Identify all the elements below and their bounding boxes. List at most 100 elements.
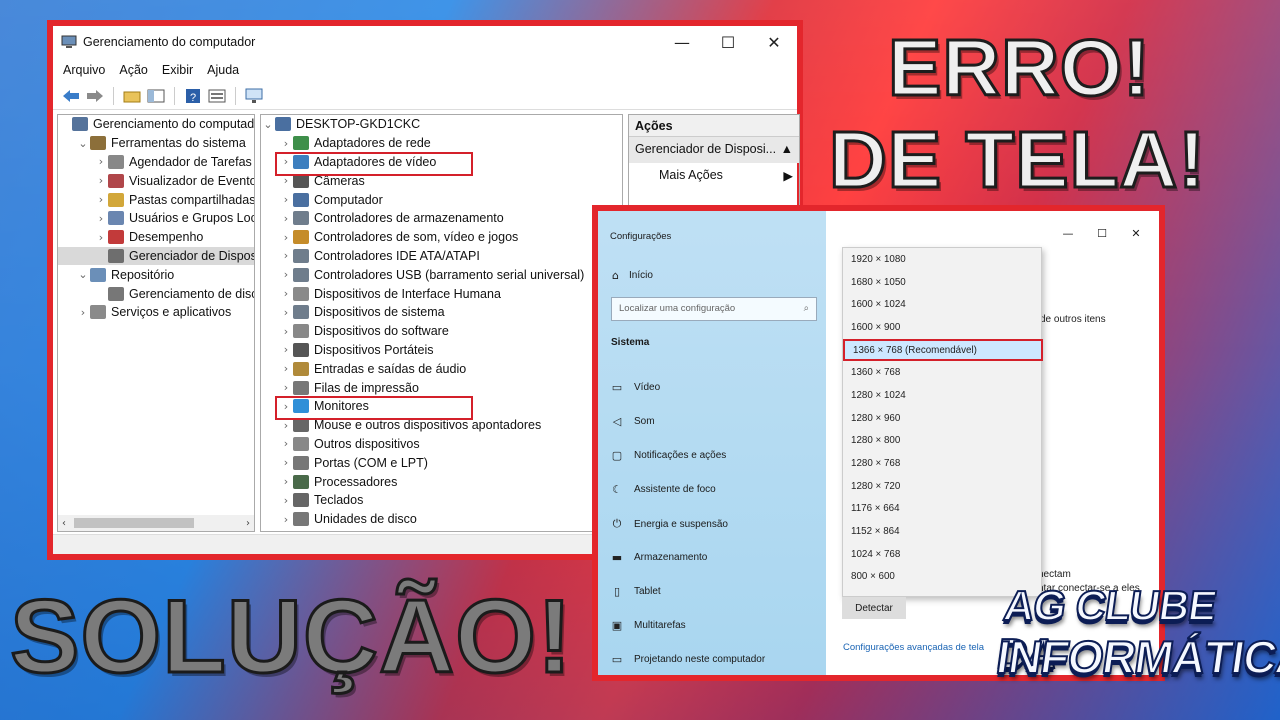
title-bar[interactable]: Gerenciamento do computador — ☐ ✕ <box>53 26 797 58</box>
resolution-option[interactable]: 1600 × 1024 <box>843 293 1041 316</box>
console-tree-item[interactable]: › Pastas compartilhadas <box>58 190 254 209</box>
device-category[interactable]: › Dispositivos do software <box>261 322 622 341</box>
chevron-right-icon[interactable]: › <box>279 268 293 281</box>
chevron-right-icon[interactable]: › <box>76 306 90 319</box>
chevron-right-icon[interactable]: › <box>279 381 293 394</box>
search-input[interactable]: Localizar uma configuração ⌕ <box>611 297 817 321</box>
chevron-right-icon[interactable]: › <box>279 343 293 356</box>
chevron-right-icon[interactable]: › <box>279 287 293 300</box>
chevron-right-icon[interactable]: › <box>279 193 293 206</box>
maximize-button[interactable]: ☐ <box>1085 227 1119 240</box>
chevron-right-icon[interactable]: › <box>279 306 293 319</box>
actions-section[interactable]: Gerenciador de Disposi... ▲ <box>629 137 799 163</box>
device-category[interactable]: › Controladores de armazenamento <box>261 209 622 228</box>
more-actions-item[interactable]: Mais Ações ▶ <box>629 163 799 187</box>
minimize-button[interactable]: — <box>659 33 705 52</box>
device-category[interactable]: › Entradas e saídas de áudio <box>261 359 622 378</box>
settings-nav-item[interactable]: ◁ Som <box>610 415 655 428</box>
chevron-right-icon[interactable]: › <box>279 475 293 488</box>
close-button[interactable]: ✕ <box>1119 227 1153 240</box>
console-tree-item[interactable]: › Agendador de Tarefas <box>58 153 254 172</box>
console-tree-item[interactable]: › Usuários e Grupos Loca <box>58 209 254 228</box>
forward-arrow-icon[interactable] <box>85 86 105 106</box>
device-category[interactable]: › Dispositivos de Interface Humana <box>261 284 622 303</box>
chevron-right-icon[interactable]: › <box>279 325 293 338</box>
chevron-right-icon[interactable]: › <box>279 249 293 262</box>
resolution-option[interactable]: 1280 × 768 <box>843 452 1041 475</box>
device-category[interactable]: › Unidades de disco <box>261 510 622 529</box>
chevron-down-icon[interactable]: ⌄ <box>76 137 90 150</box>
chevron-right-icon[interactable]: › <box>279 437 293 450</box>
console-tree-item[interactable]: Gerenciamento do computado <box>58 115 254 134</box>
chevron-right-icon[interactable]: › <box>279 137 293 150</box>
advanced-display-link[interactable]: Configurações avançadas de tela <box>843 642 984 653</box>
device-category[interactable]: › Portas (COM e LPT) <box>261 453 622 472</box>
console-tree-item[interactable]: Gerenciamento de disco <box>58 284 254 303</box>
chevron-down-icon[interactable]: ⌄ <box>261 118 275 131</box>
back-arrow-icon[interactable] <box>61 86 81 106</box>
chevron-right-icon[interactable]: › <box>94 231 108 244</box>
device-category[interactable]: › Dispositivos de sistema <box>261 303 622 322</box>
device-category[interactable]: › Teclados <box>261 491 622 510</box>
device-category[interactable]: › Adaptadores de rede <box>261 134 622 153</box>
resolution-option[interactable]: 1280 × 800 <box>843 430 1041 453</box>
settings-nav-item[interactable]: ▭ Projetando neste computador <box>610 653 765 666</box>
console-tree-item[interactable]: ⌄ Repositório <box>58 265 254 284</box>
chevron-right-icon[interactable]: › <box>94 212 108 225</box>
maximize-button[interactable]: ☐ <box>705 33 751 52</box>
resolution-option[interactable]: 1280 × 960 <box>843 407 1041 430</box>
menu-acao[interactable]: Ação <box>119 63 148 77</box>
resolution-option[interactable]: 1600 × 900 <box>843 316 1041 339</box>
collapse-up-icon[interactable]: ▲ <box>781 142 793 158</box>
device-category[interactable]: › Computador <box>261 190 622 209</box>
resolution-option[interactable]: 1280 × 720 <box>843 475 1041 498</box>
menu-ajuda[interactable]: Ajuda <box>207 63 239 77</box>
console-tree-item[interactable]: › Visualizador de Eventos <box>58 171 254 190</box>
device-category[interactable]: › Processadores <box>261 472 622 491</box>
resolution-option[interactable]: 1024 × 768 <box>843 543 1041 566</box>
detect-button[interactable]: Detectar <box>842 597 906 619</box>
settings-nav-item[interactable]: ☾ Assistente de foco <box>610 483 716 496</box>
minimize-button[interactable]: — <box>1051 227 1085 240</box>
monitor-scan-icon[interactable] <box>244 86 264 106</box>
scroll-left-icon[interactable]: ‹ <box>62 518 66 529</box>
settings-nav-item[interactable]: ▯ Tablet <box>610 585 661 598</box>
device-root[interactable]: ⌄ DESKTOP-GKD1CKC <box>261 115 622 134</box>
properties-icon[interactable] <box>207 86 227 106</box>
chevron-right-icon[interactable]: › <box>279 513 293 526</box>
chevron-right-icon[interactable]: › <box>279 212 293 225</box>
chevron-right-icon[interactable]: › <box>94 174 108 187</box>
console-tree-item[interactable]: › Serviços e aplicativos <box>58 303 254 322</box>
resolution-option[interactable]: 1680 × 1050 <box>843 271 1041 294</box>
console-tree-item[interactable]: Gerenciador de Disposit <box>58 246 254 266</box>
scroll-right-icon[interactable]: › <box>246 518 250 529</box>
device-category[interactable]: › Filas de impressão <box>261 378 622 397</box>
chevron-right-icon[interactable]: › <box>94 155 108 168</box>
settings-nav-item[interactable]: ⏻ Energia e suspensão <box>610 517 728 531</box>
resolution-option[interactable]: 1280 × 1024 <box>843 384 1041 407</box>
resolution-option[interactable]: 1176 × 664 <box>843 498 1041 521</box>
chevron-right-icon[interactable]: › <box>279 494 293 507</box>
console-tree-item[interactable]: › Desempenho <box>58 228 254 247</box>
settings-nav-item[interactable]: ▬ Armazenamento <box>610 551 708 564</box>
resolution-option[interactable]: 1920 × 1080 <box>843 248 1041 271</box>
chevron-down-icon[interactable]: ⌄ <box>76 268 90 281</box>
device-category[interactable]: › Dispositivos Portáteis <box>261 341 622 360</box>
settings-nav-item[interactable]: ▭ Vídeo <box>610 381 660 394</box>
menu-exibir[interactable]: Exibir <box>162 63 193 77</box>
help-icon[interactable]: ? <box>183 86 203 106</box>
device-category[interactable]: › Controladores USB (barramento serial un… <box>261 265 622 284</box>
resolution-option[interactable]: 1360 × 768 <box>843 361 1041 384</box>
chevron-right-icon[interactable]: › <box>94 193 108 206</box>
home-nav[interactable]: ⌂ Início <box>612 269 653 282</box>
chevron-right-icon[interactable]: › <box>279 419 293 432</box>
menu-arquivo[interactable]: Arquivo <box>63 63 105 77</box>
chevron-right-icon[interactable]: › <box>279 456 293 469</box>
scrollbar-thumb[interactable] <box>74 518 194 528</box>
up-folder-icon[interactable] <box>122 86 142 106</box>
resolution-option[interactable]: 1152 × 864 <box>843 520 1041 543</box>
device-category[interactable]: › Outros dispositivos <box>261 435 622 454</box>
chevron-right-icon[interactable]: › <box>279 362 293 375</box>
settings-nav-item[interactable]: ▢ Notificações e ações <box>610 449 726 462</box>
device-category[interactable]: › Controladores IDE ATA/ATAPI <box>261 247 622 266</box>
